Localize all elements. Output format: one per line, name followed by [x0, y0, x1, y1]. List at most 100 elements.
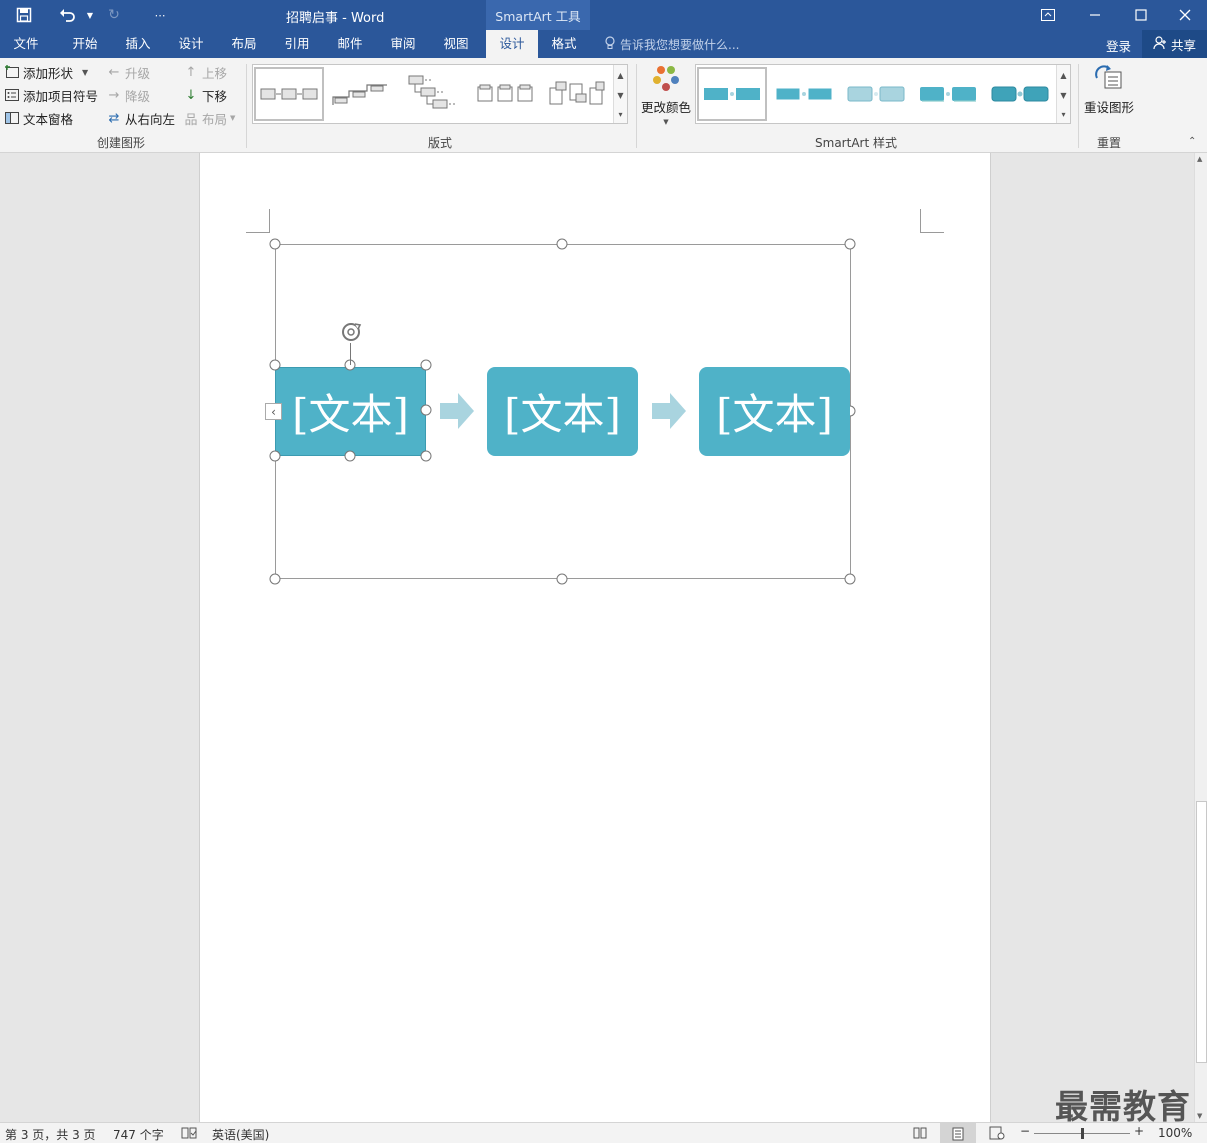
- zoom-slider-thumb[interactable]: [1080, 1128, 1084, 1139]
- word-count[interactable]: 747 个字: [113, 1126, 164, 1143]
- ribbon: 添加形状 ▼ 添加项目符号 文本窗格 ← 升级 → 降级 ⇄ 从右向左 ↑ 上移…: [0, 58, 1207, 153]
- change-colors-dropdown-icon: ▼: [663, 118, 669, 126]
- group-separator: [636, 64, 637, 148]
- layout-alternating-flow[interactable]: [470, 67, 540, 121]
- minimize-icon[interactable]: [1072, 0, 1118, 30]
- frame-handle-top[interactable]: [556, 238, 568, 250]
- print-layout-icon[interactable]: [940, 1123, 976, 1143]
- tab-smartart-design[interactable]: 设计: [486, 30, 538, 58]
- shape-handle-bottom-left[interactable]: [269, 450, 281, 462]
- reset-graphic-button[interactable]: 重设图形: [1082, 64, 1136, 116]
- title-bar: ▼ ↻ ⋯ 招聘启事 - Word SmartArt 工具: [0, 0, 1207, 30]
- share-button[interactable]: 共享: [1142, 30, 1207, 58]
- move-down-button[interactable]: ↓ 下移: [183, 85, 227, 105]
- expand-text-pane-icon[interactable]: ‹: [265, 403, 282, 420]
- layout-button: 品 布局 ▼: [183, 108, 235, 128]
- arrow-down-icon: ↓: [185, 87, 197, 103]
- frame-handle-bottom-right[interactable]: [844, 573, 856, 585]
- ribbon-display-options-icon[interactable]: [1025, 0, 1071, 30]
- layout-step-up-process[interactable]: [326, 67, 396, 121]
- zoom-slider[interactable]: [1034, 1128, 1130, 1139]
- layout-picture-process[interactable]: [542, 67, 612, 121]
- read-mode-icon[interactable]: [913, 1126, 927, 1143]
- promote-button: ← 升级: [106, 62, 150, 82]
- reset-graphic-label: 重设图形: [1083, 100, 1134, 115]
- scrollbar-thumb[interactable]: [1196, 801, 1207, 1063]
- page-info[interactable]: 第 3 页，共 3 页: [5, 1126, 96, 1143]
- shape-handle-top-left[interactable]: [269, 359, 281, 371]
- tell-me-search[interactable]: 告诉我您想要做什么...: [604, 36, 739, 53]
- text-pane-button[interactable]: 文本窗格: [4, 108, 73, 128]
- tab-view[interactable]: 视图: [430, 30, 482, 58]
- layout-hierarchy-list[interactable]: [398, 67, 468, 121]
- zoom-level[interactable]: 100%: [1158, 1126, 1192, 1140]
- add-shape-dropdown-icon[interactable]: ▼: [82, 68, 88, 77]
- frame-handle-bottom[interactable]: [556, 573, 568, 585]
- tell-me-placeholder: 告诉我您想要做什么...: [620, 38, 740, 52]
- scroll-down-icon[interactable]: ▼: [1197, 1112, 1202, 1120]
- frame-handle-bottom-left[interactable]: [269, 573, 281, 585]
- status-bar: 第 3 页，共 3 页 747 个字 英语(美国) − + 100%: [0, 1122, 1207, 1143]
- frame-handle-top-right[interactable]: [844, 238, 856, 250]
- add-bullet-icon: [4, 87, 20, 103]
- frame-handle-top-left[interactable]: [269, 238, 281, 250]
- tab-layout[interactable]: 布局: [218, 30, 270, 58]
- save-icon[interactable]: [12, 4, 36, 26]
- styles-scroll-down[interactable]: ▼: [1056, 85, 1070, 105]
- process-arrow-1: [440, 393, 474, 429]
- zoom-out-icon[interactable]: −: [1020, 1124, 1030, 1138]
- sign-in-link[interactable]: 登录: [1106, 36, 1131, 55]
- layout-basic-process[interactable]: [254, 67, 324, 121]
- gallery-more[interactable]: ▾: [613, 105, 627, 123]
- smartart-shape-2[interactable]: [文本]: [487, 367, 638, 456]
- smartart-shape-3[interactable]: [文本]: [699, 367, 850, 456]
- styles-more[interactable]: ▾: [1056, 105, 1070, 123]
- tab-references[interactable]: 引用: [271, 30, 323, 58]
- proofing-icon[interactable]: [181, 1126, 197, 1143]
- tab-insert[interactable]: 插入: [112, 30, 164, 58]
- tab-mailings[interactable]: 邮件: [324, 30, 376, 58]
- change-colors-label: 更改颜色: [640, 100, 691, 115]
- shape-handle-bottom-right[interactable]: [420, 450, 432, 462]
- customize-qa-icon[interactable]: ⋯: [148, 4, 172, 26]
- style-simple-fill[interactable]: [697, 67, 767, 121]
- document-title: 招聘启事 - Word: [286, 11, 385, 26]
- right-to-left-button[interactable]: ⇄ 从右向左: [106, 108, 175, 128]
- tab-review[interactable]: 审阅: [377, 30, 429, 58]
- shape-handle-bottom[interactable]: [344, 450, 356, 462]
- add-bullet-label: 添加项目符号: [23, 88, 99, 104]
- style-white-outline[interactable]: [769, 67, 839, 121]
- styles-scroll-up[interactable]: ▲: [1056, 65, 1070, 85]
- tab-design[interactable]: 设计: [165, 30, 217, 58]
- vertical-scrollbar[interactable]: ▲ ▼: [1194, 153, 1207, 1122]
- collapse-ribbon-icon[interactable]: ⌃: [1188, 136, 1196, 147]
- maximize-icon[interactable]: [1118, 0, 1164, 30]
- add-shape-button[interactable]: 添加形状 ▼: [4, 62, 88, 82]
- tab-smartart-format[interactable]: 格式: [538, 30, 590, 58]
- palette-icon: [651, 64, 681, 95]
- tab-home[interactable]: 开始: [59, 30, 111, 58]
- close-icon[interactable]: [1162, 0, 1207, 30]
- group-separator: [1078, 64, 1079, 148]
- style-intense-effect[interactable]: [985, 67, 1055, 121]
- demote-button: → 降级: [106, 85, 150, 105]
- style-moderate-effect[interactable]: [913, 67, 983, 121]
- undo-icon[interactable]: [56, 4, 80, 26]
- gallery-scroll-up[interactable]: ▲: [613, 65, 627, 85]
- shape-handle-top-right[interactable]: [420, 359, 432, 371]
- language[interactable]: 英语(美国): [212, 1126, 269, 1143]
- ribbon-tabs: 文件 开始 插入 设计 布局 引用 邮件 审阅 视图 设计 格式 告诉我您想要做…: [0, 30, 1207, 58]
- change-colors-button[interactable]: 更改颜色 ▼: [640, 64, 692, 130]
- web-layout-icon[interactable]: [989, 1126, 1005, 1143]
- smartart-styles-group-label: SmartArt 样式: [815, 136, 897, 150]
- smartart-shape-1[interactable]: [文本]: [275, 367, 426, 456]
- add-bullet-button[interactable]: 添加项目符号: [4, 85, 98, 105]
- rotate-handle-icon[interactable]: [339, 320, 363, 344]
- person-icon: [1153, 35, 1167, 53]
- tab-file[interactable]: 文件: [0, 30, 52, 58]
- undo-dropdown-icon[interactable]: ▼: [78, 4, 102, 26]
- gallery-scroll-down[interactable]: ▼: [613, 85, 627, 105]
- shape-handle-right[interactable]: [420, 404, 432, 416]
- style-subtle-effect[interactable]: [841, 67, 911, 121]
- scroll-up-icon[interactable]: ▲: [1197, 155, 1202, 163]
